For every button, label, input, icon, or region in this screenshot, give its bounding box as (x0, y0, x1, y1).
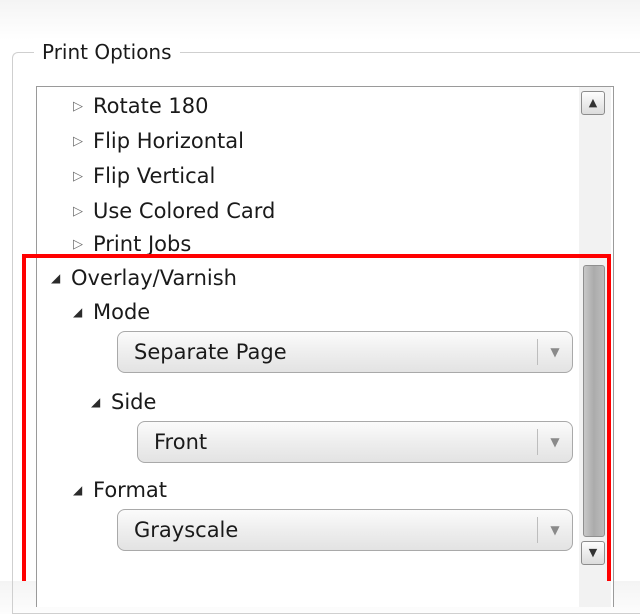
tree-item-overlay-varnish[interactable]: ◢ Overlay/Varnish (51, 261, 237, 295)
format-combobox-value: Grayscale (134, 518, 239, 542)
tree-item-label: Flip Vertical (93, 164, 216, 188)
triangle-right-icon[interactable]: ▷ (73, 99, 93, 114)
tree-item-label: Rotate 180 (93, 94, 209, 118)
triangle-right-icon[interactable]: ▷ (73, 169, 93, 184)
triangle-right-icon[interactable]: ▷ (73, 204, 93, 219)
tree-item-label: Print Jobs (93, 232, 192, 256)
scroll-down-icon[interactable]: ▼ (581, 541, 605, 565)
mode-combobox-value: Separate Page (134, 340, 287, 364)
tree-item-print-jobs[interactable]: ▷ Print Jobs (73, 227, 191, 261)
vertical-scrollbar[interactable]: ▲ ▼ (579, 87, 611, 607)
tree-item-label: Mode (93, 300, 151, 324)
triangle-down-icon[interactable]: ◢ (73, 305, 93, 319)
tree-item-use-colored-card[interactable]: ▷ Use Colored Card (73, 194, 275, 228)
side-combobox[interactable]: Front ▼ (137, 421, 573, 463)
scrollbar-thumb[interactable] (583, 265, 605, 537)
triangle-down-icon[interactable]: ◢ (51, 271, 71, 285)
tree-item-label: Overlay/Varnish (71, 266, 237, 290)
tree-item-flip-horizontal[interactable]: ▷ Flip Horizontal (73, 124, 244, 158)
print-options-tree[interactable]: ▷ Rotate 180 ▷ Flip Horizontal ▷ Flip Ve… (36, 86, 614, 607)
chevron-down-icon[interactable]: ▼ (538, 523, 572, 537)
tree-item-label: Format (93, 478, 168, 502)
chevron-down-icon[interactable]: ▼ (538, 435, 572, 449)
tree-item-side[interactable]: ◢ Side (91, 385, 156, 419)
triangle-right-icon[interactable]: ▷ (73, 237, 93, 252)
side-combobox-value: Front (154, 430, 208, 454)
triangle-down-icon[interactable]: ◢ (91, 395, 111, 409)
tree-item-mode[interactable]: ◢ Mode (73, 295, 150, 329)
scroll-up-icon[interactable]: ▲ (581, 91, 605, 115)
mode-combobox[interactable]: Separate Page ▼ (117, 331, 573, 373)
tree-item-label: Side (111, 390, 157, 414)
triangle-right-icon[interactable]: ▷ (73, 134, 93, 149)
tree-item-label: Use Colored Card (93, 199, 276, 223)
tree-item-flip-vertical[interactable]: ▷ Flip Vertical (73, 159, 215, 193)
triangle-down-icon[interactable]: ◢ (73, 483, 93, 497)
tree-item-format[interactable]: ◢ Format (73, 473, 167, 507)
print-options-title: Print Options (34, 38, 180, 66)
chevron-down-icon[interactable]: ▼ (538, 345, 572, 359)
format-combobox[interactable]: Grayscale ▼ (117, 509, 573, 551)
tree-item-label: Flip Horizontal (93, 129, 244, 153)
tree-item-rotate-180[interactable]: ▷ Rotate 180 (73, 89, 209, 123)
